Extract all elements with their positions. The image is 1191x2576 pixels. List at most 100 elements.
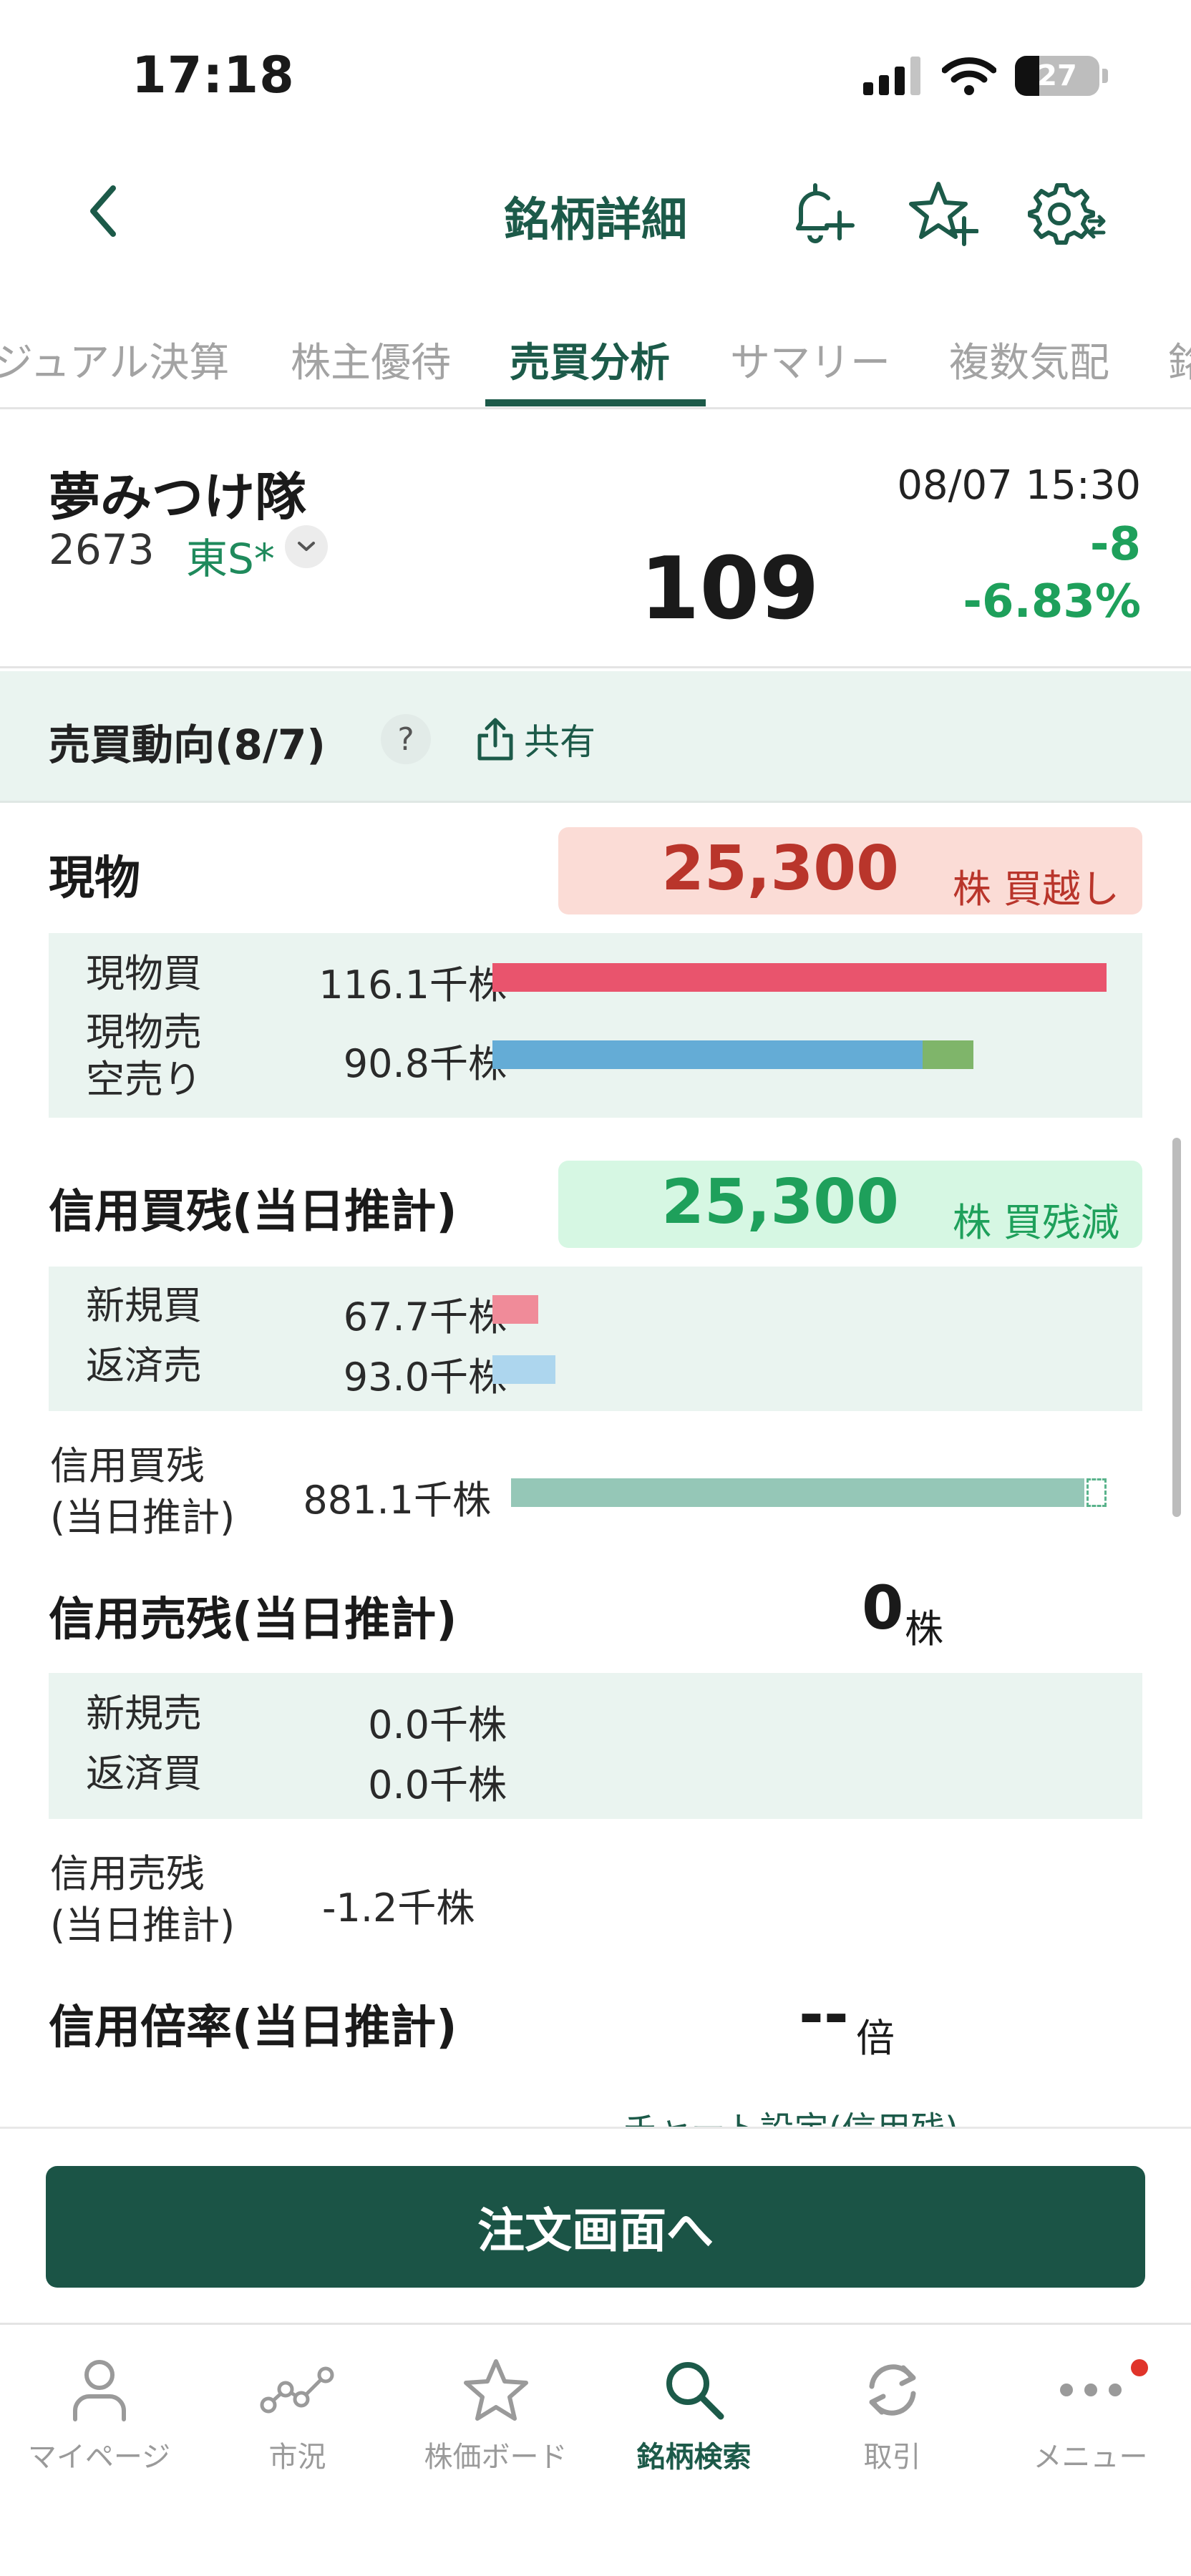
bottom-tab-label: 銘柄検索: [636, 2441, 752, 2474]
bottom-tab-label: マイページ: [27, 2441, 171, 2474]
price-change-pct: -6.83%: [963, 575, 1141, 628]
refresh-icon: [869, 2364, 915, 2416]
help-button[interactable]: ?: [381, 714, 431, 764]
tab-next[interactable]: 銘: [1168, 331, 1191, 389]
margin-buy-balance-bar: [511, 1478, 1084, 1507]
quote-datetime: 08/07 15:30: [897, 462, 1141, 509]
margin-buy-balance-label2: (当日推計): [50, 1495, 235, 1540]
repay-buy-value: 0.0千株: [368, 1762, 507, 1807]
new-sell-label: 新規売: [86, 1691, 202, 1736]
margin-sell-panel: 新規売 0.0千株 返済買 0.0千株: [49, 1673, 1142, 1819]
margin-ratio-unit: 倍: [856, 2016, 895, 2061]
bottom-tab-trade[interactable]: 取引: [793, 2351, 991, 2494]
bottom-tab-label: 取引: [863, 2441, 921, 2474]
margin-buy-net-unit: 株 買残減: [952, 1200, 1119, 1245]
status-time: 17:18: [132, 46, 295, 104]
person-icon: [72, 2360, 126, 2421]
battery-icon: 27: [1015, 56, 1099, 96]
repay-buy-label: 返済買: [86, 1751, 202, 1796]
balance-prev-marker: [1087, 1478, 1107, 1507]
margin-ratio-title: 信用倍率(当日推計): [49, 2001, 457, 2054]
trend-title: 売買動向(8/7): [49, 721, 326, 769]
status-icons: 27: [863, 56, 1108, 96]
spot-title: 現物: [49, 852, 140, 905]
margin-buy-title: 信用買残(当日推計): [49, 1186, 457, 1239]
margin-sell-balance-label: 信用売残: [50, 1851, 205, 1896]
nav-bar: 銘柄詳細: [0, 157, 1191, 265]
new-buy-bar: [492, 1295, 538, 1324]
market-dropdown-button[interactable]: [285, 525, 328, 568]
spot-buy-label: 現物買: [86, 951, 202, 996]
star-icon: [463, 2359, 528, 2421]
bottom-tab-stock-board[interactable]: 株価ボード: [397, 2351, 595, 2494]
margin-sell-net-value: 0: [862, 1573, 904, 1643]
share-icon: [477, 718, 513, 761]
spot-sell-label: 現物売: [86, 1010, 202, 1055]
spot-sell-bar: [492, 1040, 923, 1069]
spot-short-label: 空売り: [86, 1057, 202, 1102]
bottom-tab-bar: マイページ 市況 株価ボード 銘柄検索 取引 メニュー: [0, 2323, 1191, 2576]
notification-dot: [1131, 2359, 1148, 2376]
tab-visual-earnings[interactable]: ジュアル決算: [0, 331, 229, 389]
battery-level: 27: [1037, 59, 1077, 92]
spot-net-badge: 25,300 株 買越し: [558, 827, 1142, 914]
margin-ratio-value: --: [799, 1979, 849, 2049]
share-button[interactable]: 共有: [475, 713, 596, 766]
new-sell-value: 0.0千株: [368, 1702, 507, 1747]
chart-settings-link[interactable]: チャート設定(信用残): [623, 2101, 958, 2127]
bottom-tab-market[interactable]: 市況: [198, 2351, 397, 2494]
margin-buy-net-badge: 25,300 株 買残減: [558, 1161, 1142, 1248]
tab-multi-quote[interactable]: 複数気配: [949, 331, 1109, 389]
order-screen-button[interactable]: 注文画面へ: [46, 2166, 1145, 2288]
section-tabs: ジュアル決算 株主優待 売買分析 サマリー 複数気配 銘: [0, 315, 1191, 409]
margin-buy-balance-label: 信用買残: [50, 1443, 205, 1488]
stock-header: 夢みつけ隊 2673 東S* 08/07 15:30 109 -8 -6.83%: [0, 411, 1191, 668]
stock-code: 2673: [49, 525, 155, 574]
margin-buy-panel: 新規買 67.7千株 返済売 93.0千株: [49, 1267, 1142, 1411]
bottom-tab-label: 市況: [268, 2441, 326, 2474]
spot-buy-value: 116.1千株: [319, 962, 507, 1008]
market-chart-icon: [260, 2366, 334, 2414]
gear-icon: [1028, 183, 1106, 245]
active-tab-indicator: [485, 399, 706, 406]
tab-trading-analysis[interactable]: 売買分析: [510, 331, 670, 389]
page-title: 銘柄詳細: [504, 194, 687, 247]
repay-sell-bar: [492, 1355, 555, 1384]
share-label: 共有: [524, 721, 596, 763]
repay-sell-value: 93.0千株: [343, 1355, 507, 1400]
search-icon: [666, 2362, 724, 2420]
new-buy-label: 新規買: [86, 1283, 202, 1328]
stock-market[interactable]: 東S*: [186, 525, 275, 585]
spot-sell-value: 90.8千株: [343, 1041, 507, 1086]
scrollbar[interactable]: [1172, 1138, 1181, 1517]
status-bar: 17:18 27: [0, 0, 1191, 157]
wifi-icon: [942, 57, 996, 95]
add-favorite-button[interactable]: [903, 175, 982, 253]
margin-sell-net-unit: 株: [905, 1606, 943, 1652]
chevron-down-icon: [298, 542, 315, 551]
stock-price: 109: [640, 540, 820, 639]
battery-cap: [1102, 69, 1108, 83]
trend-header: 売買動向(8/7) ? 共有: [0, 671, 1191, 803]
margin-buy-net-value: 25,300: [661, 1166, 899, 1238]
settings-button[interactable]: [1028, 175, 1107, 253]
more-dots-icon: [1059, 2384, 1122, 2396]
margin-sell-balance-label2: (当日推計): [50, 1903, 235, 1948]
bell-plus-icon: [796, 183, 855, 243]
spot-net-value: 25,300: [661, 833, 899, 904]
footer-action: 注文画面へ: [0, 2127, 1191, 2323]
margin-sell-balance-value: -1.2千株: [322, 1885, 475, 1931]
margin-buy-balance-value: 881.1千株: [303, 1478, 491, 1523]
spot-short-bar: [923, 1040, 973, 1069]
bottom-tab-stock-search[interactable]: 銘柄検索: [595, 2351, 793, 2494]
star-plus-icon: [909, 182, 978, 246]
bottom-tab-mypage[interactable]: マイページ: [0, 2351, 198, 2494]
tab-shareholder-benefits[interactable]: 株主優待: [291, 331, 451, 389]
add-alert-button[interactable]: [780, 175, 859, 253]
bottom-tab-label: メニュー: [1033, 2441, 1148, 2474]
bottom-tab-menu[interactable]: メニュー: [991, 2351, 1190, 2494]
stock-name: 夢みつけ隊: [49, 467, 307, 527]
tab-summary[interactable]: サマリー: [730, 331, 890, 389]
spot-net-unit: 株 買越し: [952, 867, 1119, 912]
bottom-tab-label: 株価ボード: [424, 2441, 568, 2474]
